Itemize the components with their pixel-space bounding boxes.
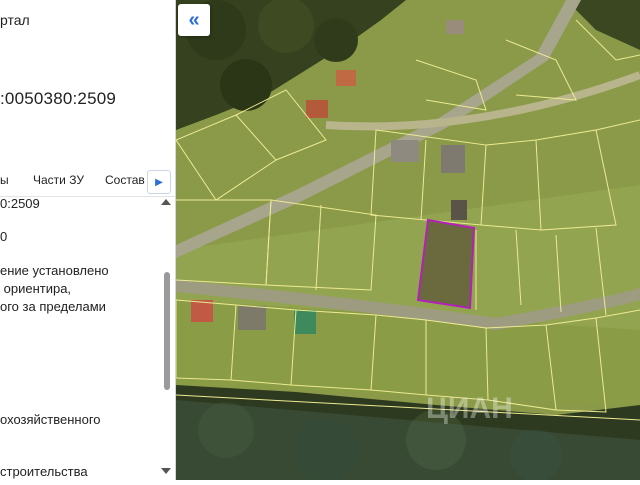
tab-composition[interactable]: Состав	[105, 173, 145, 187]
scroll-up-icon[interactable]	[161, 199, 171, 205]
value-digit: 0	[0, 229, 8, 244]
info-panel: ртал :0050380:2509 ы Части ЗУ Состав ▶ 0…	[0, 0, 176, 480]
double-chevron-left-icon: «	[188, 8, 200, 31]
tab-parts[interactable]: Части ЗУ	[33, 173, 84, 187]
value-location: ение установлено ориентира, ого за преде…	[0, 263, 109, 314]
collapse-panel-button[interactable]: «	[178, 4, 210, 36]
scrollbar-thumb[interactable]	[164, 272, 170, 390]
satellite-map[interactable]: ЦИАН	[175, 0, 640, 482]
value-permitted-use: строительства	[0, 464, 88, 479]
scroll-down-icon[interactable]	[161, 468, 171, 474]
house-roof	[306, 100, 328, 118]
tab-info[interactable]: ы	[0, 173, 9, 187]
selected-plot	[416, 218, 476, 310]
chevron-right-icon: ▶	[155, 176, 163, 188]
value-category: охозяйственного	[0, 412, 101, 427]
portal-title: ртал	[0, 12, 30, 28]
value-number: 0:2509	[0, 196, 40, 211]
cadastral-number: :0050380:2509	[0, 89, 117, 108]
map-watermark: ЦИАН	[426, 392, 513, 425]
next-tab-button[interactable]: ▶	[147, 170, 171, 194]
